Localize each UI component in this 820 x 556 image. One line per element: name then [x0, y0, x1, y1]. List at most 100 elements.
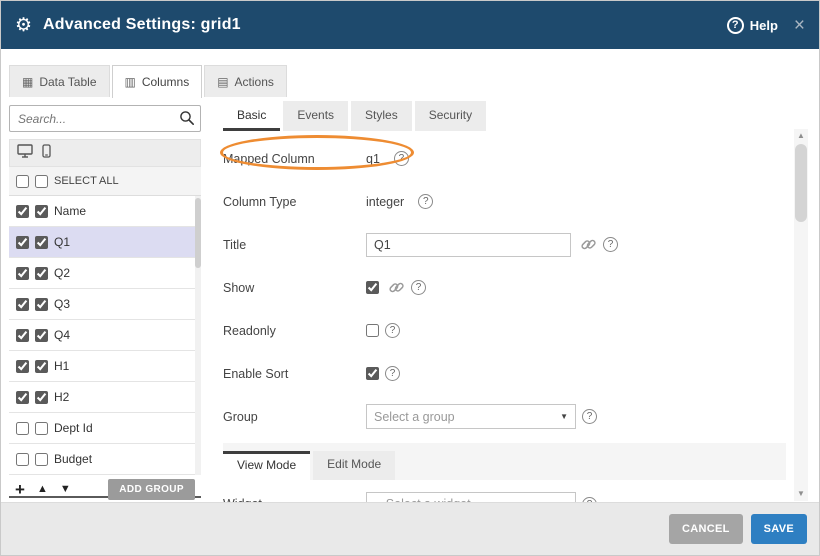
help-icon[interactable]: ?	[582, 409, 597, 424]
list-item[interactable]: Q1	[9, 227, 201, 258]
help-icon[interactable]: ?	[385, 323, 400, 338]
detail-scrollbar[interactable]: ▲ ▼	[794, 129, 808, 501]
dialog-title: Advanced Settings: grid1	[43, 16, 241, 34]
show-label: Show	[223, 281, 366, 295]
desktop-checkbox[interactable]	[16, 205, 29, 218]
scrollbar-thumb[interactable]	[795, 144, 807, 222]
list-scrollbar[interactable]	[195, 196, 201, 475]
list-item[interactable]: Budget	[9, 444, 201, 475]
enable-sort-row: Enable Sort ?	[223, 352, 786, 395]
mobile-checkbox[interactable]	[35, 267, 48, 280]
desktop-checkbox[interactable]	[16, 360, 29, 373]
scroll-down-icon[interactable]: ▼	[794, 487, 808, 501]
list-item[interactable]: Name	[9, 196, 201, 227]
column-label: Name	[54, 204, 86, 218]
column-type-row: Column Type integer ?	[223, 180, 786, 223]
select-all-mobile-checkbox[interactable]	[35, 175, 48, 188]
column-label: H2	[54, 390, 69, 404]
columns-icon: ▥	[125, 75, 136, 89]
tab-actions[interactable]: ▤ Actions	[204, 65, 287, 97]
link-binding-icon[interactable]	[388, 279, 405, 296]
header-right: ? Help ×	[727, 16, 805, 35]
help-icon[interactable]: ?	[727, 17, 744, 34]
mobile-checkbox[interactable]	[35, 360, 48, 373]
list-item[interactable]: H2	[9, 382, 201, 413]
tab-events[interactable]: Events	[283, 101, 348, 131]
title-row: Title ?	[223, 223, 786, 266]
move-down-button[interactable]: ▼	[60, 483, 71, 495]
help-icon[interactable]: ?	[394, 151, 409, 166]
list-item[interactable]: H1	[9, 351, 201, 382]
mapped-column-row: Mapped Column q1 ?	[223, 137, 786, 180]
show-row: Show ?	[223, 266, 786, 309]
tab-styles[interactable]: Styles	[351, 101, 412, 131]
list-scrollbar-thumb[interactable]	[195, 198, 201, 268]
tab-basic[interactable]: Basic	[223, 101, 280, 131]
mobile-checkbox[interactable]	[35, 205, 48, 218]
readonly-checkbox[interactable]	[366, 324, 379, 337]
tab-label: Columns	[142, 75, 189, 89]
tab-view-mode[interactable]: View Mode	[223, 451, 310, 480]
help-icon[interactable]: ?	[411, 280, 426, 295]
basic-fields: Mapped Column q1 ? Column Type integer ?…	[223, 131, 786, 504]
title-input[interactable]	[366, 233, 571, 257]
desktop-icon	[17, 144, 33, 163]
list-item[interactable]: Q4	[9, 320, 201, 351]
group-select[interactable]: Select a group ▼	[366, 404, 576, 429]
add-group-button[interactable]: ADD GROUP	[108, 479, 195, 500]
data-table-icon: ▦	[22, 75, 33, 89]
tab-label: Data Table	[39, 75, 96, 89]
scroll-up-icon[interactable]: ▲	[794, 129, 808, 143]
desktop-checkbox[interactable]	[16, 453, 29, 466]
search-input[interactable]	[9, 105, 201, 132]
mobile-checkbox[interactable]	[35, 329, 48, 342]
desktop-checkbox[interactable]	[16, 236, 29, 249]
mobile-checkbox[interactable]	[35, 422, 48, 435]
tab-data-table[interactable]: ▦ Data Table	[9, 65, 110, 97]
cancel-button[interactable]: CANCEL	[669, 514, 743, 544]
desktop-checkbox[interactable]	[16, 267, 29, 280]
desktop-checkbox[interactable]	[16, 298, 29, 311]
desktop-checkbox[interactable]	[16, 329, 29, 342]
tab-security[interactable]: Security	[415, 101, 486, 131]
widget-row: Widget -- Select a widget -- ▼ ?	[223, 480, 786, 504]
help-icon[interactable]: ?	[603, 237, 618, 252]
help-icon[interactable]: ?	[385, 366, 400, 381]
mobile-checkbox[interactable]	[35, 453, 48, 466]
column-label: H1	[54, 359, 69, 373]
column-type-value: integer	[366, 195, 404, 209]
column-type-label: Column Type	[223, 195, 366, 209]
enable-sort-checkbox[interactable]	[366, 367, 379, 380]
mobile-checkbox[interactable]	[35, 391, 48, 404]
move-up-button[interactable]: ▲	[37, 483, 48, 495]
show-checkbox[interactable]	[366, 281, 379, 294]
group-row: Group Select a group ▼ ?	[223, 395, 786, 438]
save-button[interactable]: SAVE	[751, 514, 807, 544]
column-label: Q1	[54, 235, 70, 249]
select-all-label: SELECT ALL	[54, 175, 119, 187]
readonly-row: Readonly ?	[223, 309, 786, 352]
mobile-checkbox[interactable]	[35, 298, 48, 311]
help-link[interactable]: Help	[750, 18, 778, 33]
desktop-checkbox[interactable]	[16, 391, 29, 404]
desktop-checkbox[interactable]	[16, 422, 29, 435]
column-label: Q3	[54, 297, 70, 311]
tab-columns[interactable]: ▥ Columns	[112, 65, 203, 98]
search-icon[interactable]	[178, 109, 196, 132]
mobile-checkbox[interactable]	[35, 236, 48, 249]
title-label: Title	[223, 238, 366, 252]
list-item[interactable]: Dept Id	[9, 413, 201, 444]
column-label: Budget	[54, 452, 92, 466]
gear-icon: ⚙	[15, 14, 32, 37]
list-toolbar: + ▲ ▼ ADD GROUP	[9, 477, 201, 501]
select-all-row[interactable]: SELECT ALL	[9, 167, 201, 196]
close-icon[interactable]: ×	[794, 16, 805, 35]
link-binding-icon[interactable]	[580, 236, 597, 253]
list-item[interactable]: Q3	[9, 289, 201, 320]
tab-edit-mode[interactable]: Edit Mode	[313, 451, 395, 480]
column-label: Dept Id	[54, 421, 93, 435]
select-all-desktop-checkbox[interactable]	[16, 175, 29, 188]
list-item[interactable]: Q2	[9, 258, 201, 289]
help-icon[interactable]: ?	[418, 194, 433, 209]
add-column-button[interactable]: +	[15, 481, 25, 498]
